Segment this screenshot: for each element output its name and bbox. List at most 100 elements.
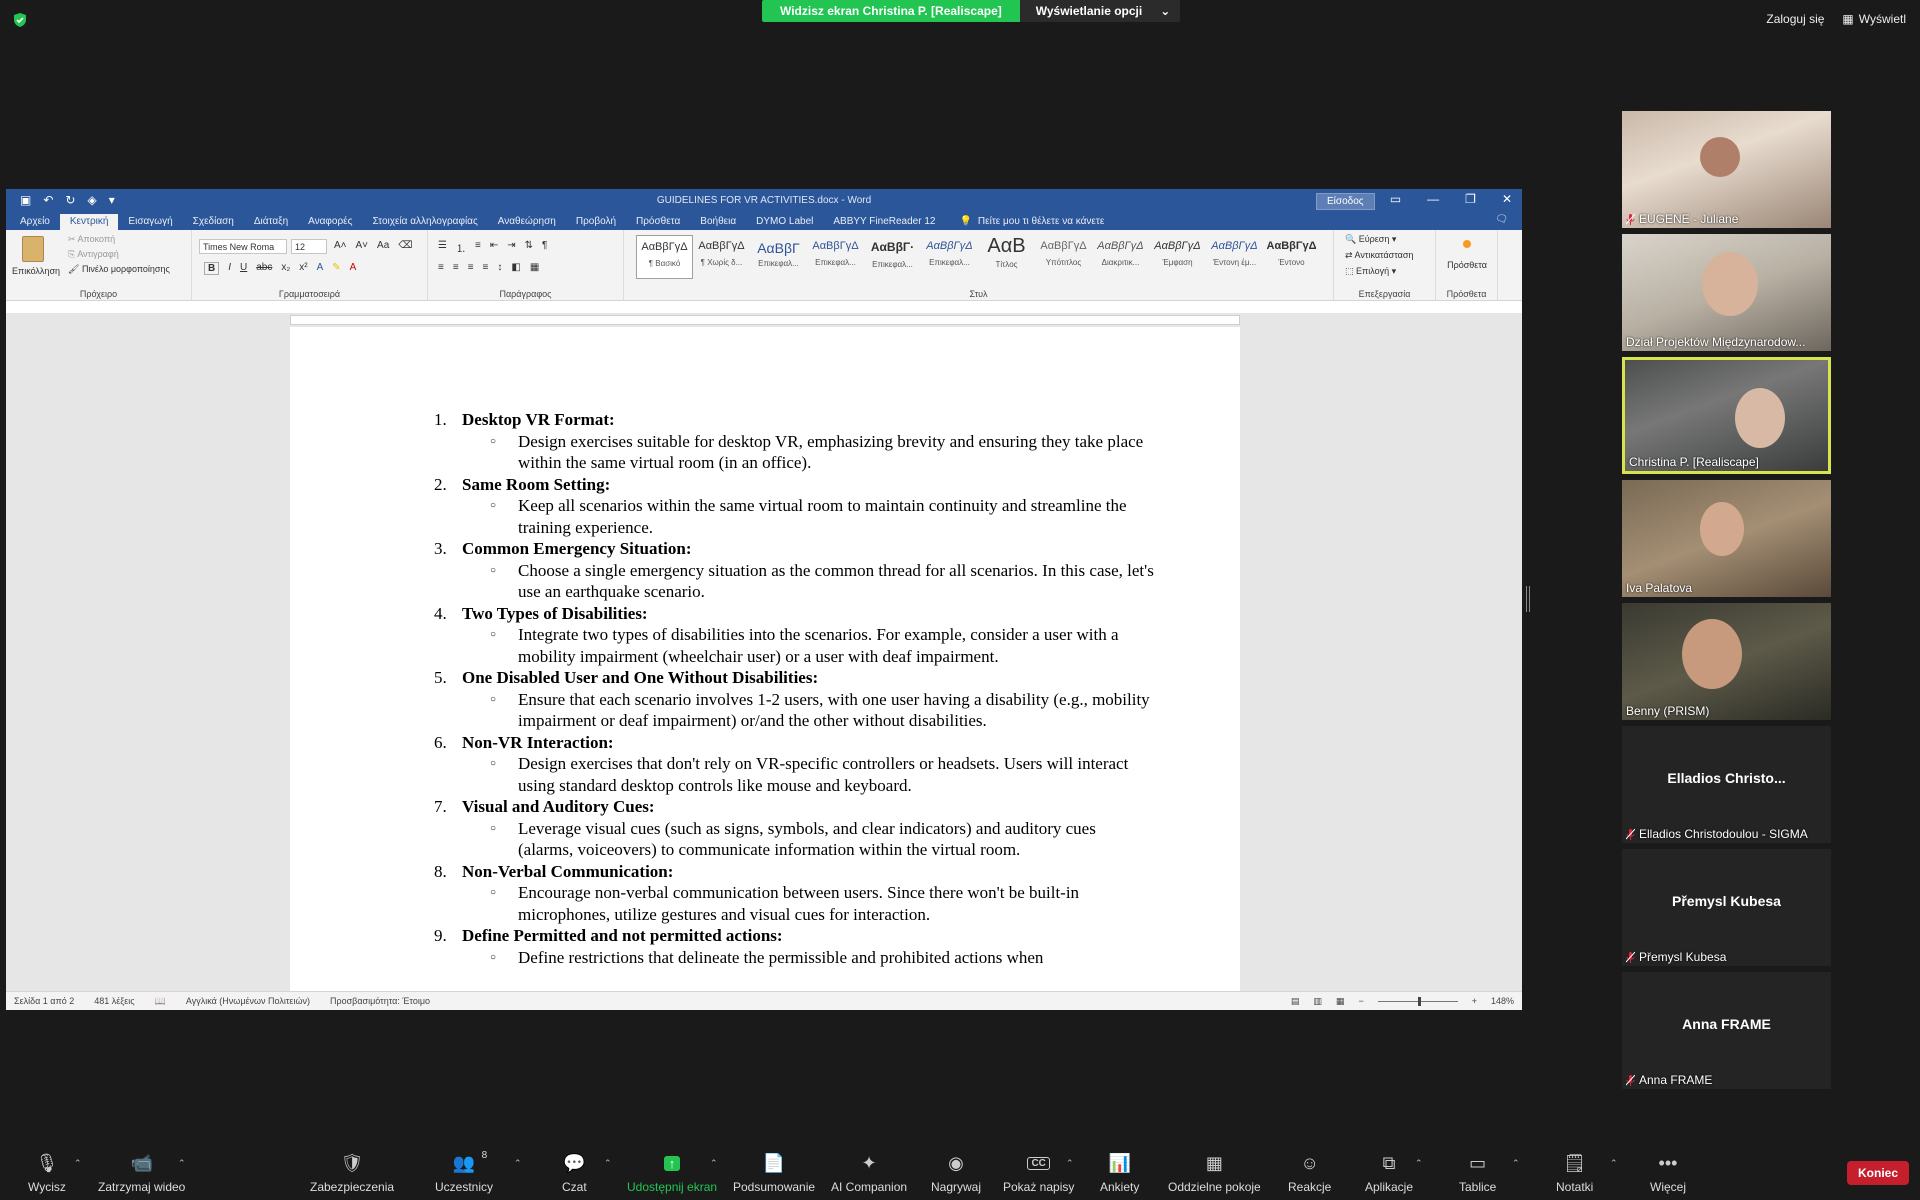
tab-dymo[interactable]: DYMO Label (746, 214, 823, 230)
italic-icon[interactable]: I (228, 262, 231, 275)
tell-me-box[interactable]: 💡 Πείτε μου τι θέλετε να κάνετε (945, 214, 1114, 230)
shrink-font-icon[interactable]: A˅ (356, 240, 369, 251)
tab-design[interactable]: Σχεδίαση (183, 214, 244, 230)
participant-tile[interactable]: Elladios Christo... Elladios Christodoulo… (1622, 726, 1831, 843)
captions-button[interactable]: CC Pokaż napisy (1003, 1150, 1074, 1194)
multilevel-list-icon[interactable]: ≡ (475, 240, 481, 255)
font-name-box[interactable]: Times New Roma (199, 239, 287, 254)
style-normal[interactable]: ΑαΒβΓγΔ ¶ Βασικό (636, 235, 693, 279)
tab-help[interactable]: Βοήθεια (690, 214, 746, 230)
polls-button[interactable]: 📊 Ankiety (1100, 1150, 1139, 1195)
participant-tile[interactable]: Iva Palatova (1622, 480, 1831, 597)
strikethrough-icon[interactable]: abc (256, 262, 272, 275)
participant-tile[interactable]: Anna FRAME Anna FRAME (1622, 972, 1831, 1089)
restore-icon[interactable]: ❐ (1465, 192, 1476, 206)
line-spacing-icon[interactable]: ↕ (497, 262, 502, 273)
word-count[interactable]: 481 λέξεις (94, 996, 134, 1006)
word-signin-button[interactable]: Είσοδος (1316, 193, 1375, 210)
change-case-icon[interactable]: Aa (377, 240, 389, 251)
sort-icon[interactable]: ⇅ (525, 240, 533, 255)
participant-tile[interactable]: Benny (PRISM) (1622, 603, 1831, 720)
focus-mode-icon[interactable]: ▤ (1291, 996, 1300, 1007)
video-options-caret[interactable]: ⌃ (178, 1158, 186, 1169)
style-no-spacing[interactable]: ΑαΒβΓγΔ ¶ Χωρίς δ... (693, 235, 750, 279)
whiteboards-button[interactable]: ▭ Tablice (1459, 1150, 1496, 1195)
summary-button[interactable]: 📄 Podsumowanie (733, 1150, 815, 1195)
tab-addins[interactable]: Πρόσθετα (626, 214, 690, 230)
style-emphasis[interactable]: ΑαΒβΓγΔ Έμφαση (1149, 235, 1206, 279)
zoom-slider[interactable] (1377, 996, 1458, 1006)
reactions-button[interactable]: ☺ Reakcje (1288, 1150, 1331, 1195)
style-intense-emphasis[interactable]: ΑαΒβΓγΔ Έντονη έμ... (1206, 235, 1263, 279)
zoom-in-icon[interactable]: + (1472, 996, 1477, 1006)
mute-button[interactable]: 🎙 Wycisz (28, 1150, 66, 1195)
web-layout-icon[interactable]: ▦ (1336, 996, 1345, 1007)
tab-view[interactable]: Προβολή (566, 214, 626, 230)
panel-splitter-handle[interactable] (1526, 586, 1530, 612)
proofing-icon[interactable]: 📖 (155, 996, 166, 1007)
format-painter-button[interactable]: 🖌 Πινέλο μορφοποίησης (68, 264, 170, 275)
select-button[interactable]: ⬚ Επιλογή ▾ (1345, 266, 1413, 277)
zoom-out-icon[interactable]: − (1358, 996, 1363, 1006)
apps-options-caret[interactable]: ⌃ (1415, 1158, 1423, 1169)
numbering-icon[interactable]: ⒈ (456, 240, 466, 255)
show-marks-icon[interactable]: ¶ (542, 240, 547, 255)
ai-companion-button[interactable]: ✦ AI Companion (831, 1150, 907, 1195)
replace-button[interactable]: ⇄ Αντικατάσταση (1345, 250, 1413, 261)
copy-button[interactable]: ⎘ Αντιγραφή (68, 249, 170, 260)
record-button[interactable]: ◉ Nagrywaj (931, 1150, 981, 1195)
tab-file[interactable]: Αρχείο (10, 214, 60, 230)
superscript-icon[interactable]: x² (299, 262, 307, 275)
subscript-icon[interactable]: x₂ (281, 262, 290, 275)
text-effects-icon[interactable]: A (317, 262, 324, 275)
style-title[interactable]: ΑαΒ Τίτλος (978, 235, 1035, 279)
tab-insert[interactable]: Εισαγωγή (118, 214, 182, 230)
paste-button[interactable]: Επικόλληση (12, 266, 60, 276)
whiteboards-options-caret[interactable]: ⌃ (1512, 1158, 1520, 1169)
shading-icon[interactable]: ◧ (511, 262, 520, 273)
tab-abbyy[interactable]: ABBYY FineReader 12 (823, 214, 945, 230)
zoom-level[interactable]: 148% (1491, 996, 1514, 1006)
share-screen-button[interactable]: ↑ Udostępnij ekran (627, 1150, 717, 1194)
tab-layout[interactable]: Διάταξη (244, 214, 298, 230)
style-heading-3[interactable]: ΑαΒβΓ· Επικεφαλ... (864, 235, 921, 279)
decrease-indent-icon[interactable]: ⇤ (490, 240, 498, 255)
language[interactable]: Αγγλικά (Ηνωμένων Πολιτειών) (186, 996, 310, 1006)
style-strong[interactable]: ΑαΒβΓγΔ Έντονο (1263, 235, 1320, 279)
find-button[interactable]: 🔍 Εύρεση ▾ (1345, 234, 1413, 245)
style-subtitle[interactable]: ΑαΒβΓγΔ Υπότιτλος (1035, 235, 1092, 279)
paste-icon[interactable] (22, 236, 44, 262)
document-page[interactable]: 1. Desktop VR Format: ○ Design exercises su… (290, 327, 1240, 991)
borders-icon[interactable]: ▦ (530, 262, 539, 273)
view-options-button[interactable]: Wyświetlanie opcji ⌄ (1019, 0, 1181, 22)
style-heading-2[interactable]: ΑαΒβΓγΔ Επικεφαλ... (807, 235, 864, 279)
audio-options-caret[interactable]: ⌃ (74, 1158, 82, 1169)
tab-home[interactable]: Κεντρική (59, 214, 119, 230)
notes-button[interactable]: 🗒 Notatki (1556, 1150, 1593, 1195)
view-button[interactable]: ▦ Wyświetl (1842, 12, 1906, 26)
align-center-icon[interactable]: ≡ (453, 262, 459, 273)
font-color-icon[interactable]: A (350, 262, 357, 275)
end-meeting-button[interactable]: Koniec (1847, 1161, 1910, 1185)
increase-indent-icon[interactable]: ⇥ (507, 240, 515, 255)
highlight-icon[interactable]: ✎ (332, 262, 340, 275)
share-options-caret[interactable]: ⌃ (710, 1158, 718, 1169)
tab-review[interactable]: Αναθεώρηση (488, 214, 566, 230)
more-button[interactable]: ••• Więcej (1650, 1150, 1686, 1195)
font-size-box[interactable]: 12 (291, 239, 327, 254)
underline-icon[interactable]: U (240, 262, 247, 275)
tab-mailings[interactable]: Στοιχεία αλληλογραφίας (362, 214, 487, 230)
style-heading-4[interactable]: ΑαΒβΓγΔ Επικεφαλ... (921, 235, 978, 279)
comments-icon[interactable]: 🗨 (1495, 214, 1508, 225)
chat-button[interactable]: 💬 Czat (562, 1150, 587, 1195)
minimize-icon[interactable]: — (1427, 192, 1439, 206)
document-body[interactable]: 1. Desktop VR Format: ○ Design exercises su… (434, 409, 1154, 968)
grow-font-icon[interactable]: A˄ (334, 240, 347, 251)
align-right-icon[interactable]: ≡ (468, 262, 474, 273)
participants-button[interactable]: 👥 8 Uczestnicy (435, 1150, 493, 1194)
addins-button[interactable]: Πρόσθετα (1447, 236, 1487, 270)
print-layout-icon[interactable]: ▥ (1313, 996, 1322, 1007)
stop-video-button[interactable]: 📹 Zatrzymaj wideo (98, 1150, 185, 1195)
signin-link[interactable]: Zaloguj się (1766, 12, 1824, 26)
style-heading-1[interactable]: ΑαΒβΓ Επικεφαλ... (750, 235, 807, 279)
